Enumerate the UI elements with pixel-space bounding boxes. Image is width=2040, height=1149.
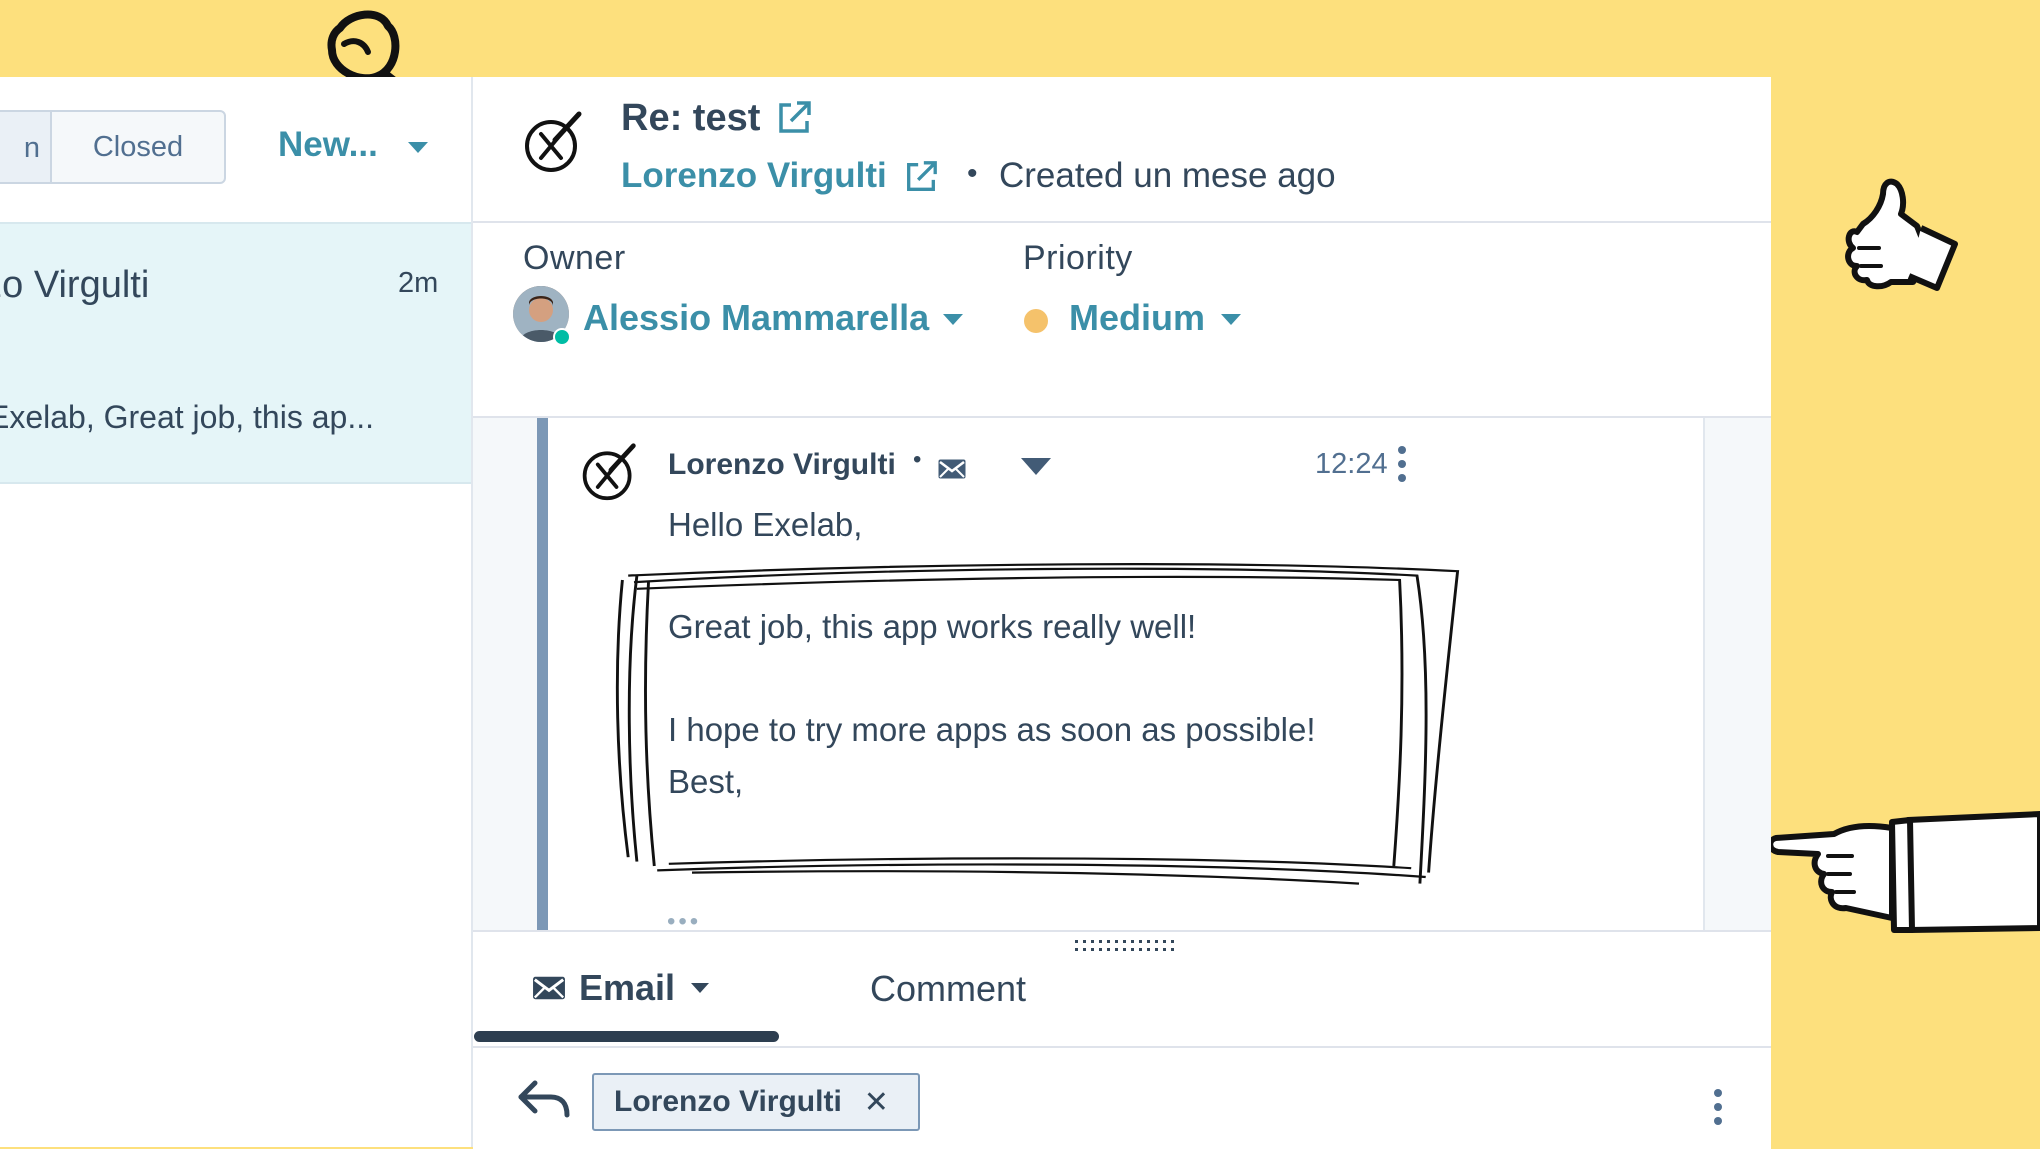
tab-email[interactable]: Email (531, 958, 710, 1018)
filter-open-label: n (23, 132, 40, 164)
tab-comment[interactable]: Comment (870, 968, 1026, 1010)
separator-bullet: • (913, 446, 922, 473)
caret-down-icon[interactable] (943, 314, 963, 325)
priority-indicator-dot (1024, 309, 1048, 333)
online-status-dot (553, 328, 571, 346)
conversation-thread[interactable]: Lorenzo Virgulti • 12:24 Hello Exelab, G… (473, 416, 1771, 932)
caret-down-icon[interactable] (691, 983, 710, 993)
message-accent-bar (537, 418, 548, 932)
message-time: 12:24 (1315, 448, 1388, 480)
caret-down-icon[interactable] (1221, 314, 1241, 325)
composer-divider (473, 1046, 1771, 1048)
owner-label: Owner (523, 239, 626, 277)
expand-caret-icon[interactable] (1021, 458, 1051, 475)
app-logo-icon (525, 111, 582, 172)
close-icon[interactable]: ✕ (864, 1085, 889, 1120)
email-message-card: Lorenzo Virgulti • 12:24 Hello Exelab, G… (537, 418, 1705, 932)
recipient-name: Lorenzo Virgulti (614, 1085, 842, 1118)
new-dropdown[interactable]: New... (278, 125, 378, 165)
caret-down-icon[interactable] (408, 142, 428, 153)
filter-closed-tab[interactable]: Closed (50, 110, 226, 184)
priority-label: Priority (1023, 239, 1133, 277)
email-icon (533, 976, 565, 1000)
filter-open-tab[interactable]: n (0, 110, 50, 184)
resize-handle-icon[interactable] (1075, 938, 1175, 954)
inbox-list-panel: n Closed New... nzo Virgulti 2m st Exela… (0, 77, 473, 1147)
pointing-hand-doodle-icon (1768, 811, 2040, 933)
conversation-list-item[interactable]: nzo Virgulti 2m st Exelab, Great job, th… (0, 222, 471, 484)
show-more-ellipsis[interactable]: ••• (667, 908, 701, 932)
ticket-title: Re: test (621, 97, 761, 139)
ticket-detail-panel: Re: test Lorenzo Virgulti • Created un m… (473, 77, 1771, 1149)
conversation-time: 2m (398, 267, 439, 299)
message-body-line: I hope to try more apps as soon as possi… (668, 711, 1316, 748)
header-divider (473, 221, 1771, 223)
message-greeting: Hello Exelab, (668, 506, 863, 543)
message-body-line: Best, (668, 763, 744, 800)
conversation-contact-name: nzo Virgulti (0, 264, 150, 306)
tab-email-label: Email (579, 967, 676, 1008)
created-timestamp: Created un mese ago (999, 156, 1336, 195)
thumbs-up-doodle-icon (1845, 178, 1958, 291)
separator-bullet: • (967, 157, 978, 190)
more-vertical-icon[interactable] (1395, 444, 1409, 484)
external-link-icon[interactable] (903, 159, 939, 195)
message-body-line: Great job, this app works really well! (668, 608, 1197, 645)
reply-arrow-icon[interactable] (515, 1077, 571, 1121)
external-link-icon[interactable] (775, 99, 813, 137)
more-vertical-icon[interactable] (1711, 1087, 1725, 1127)
message-sender-name: Lorenzo Virgulti (668, 448, 896, 481)
recipient-chip[interactable]: Lorenzo Virgulti ✕ (592, 1073, 920, 1131)
sender-logo-icon (582, 443, 636, 501)
contact-name-link[interactable]: Lorenzo Virgulti (621, 156, 887, 196)
reply-composer: Email Comment Lorenzo Virgulti ✕ (473, 930, 1771, 1149)
priority-dropdown[interactable]: Medium (1069, 297, 1205, 339)
active-tab-indicator (474, 1031, 779, 1042)
email-icon (938, 459, 966, 479)
owner-dropdown[interactable]: Alessio Mammarella (583, 297, 929, 339)
conversation-preview: Exelab, Great job, this ap... (0, 399, 374, 435)
